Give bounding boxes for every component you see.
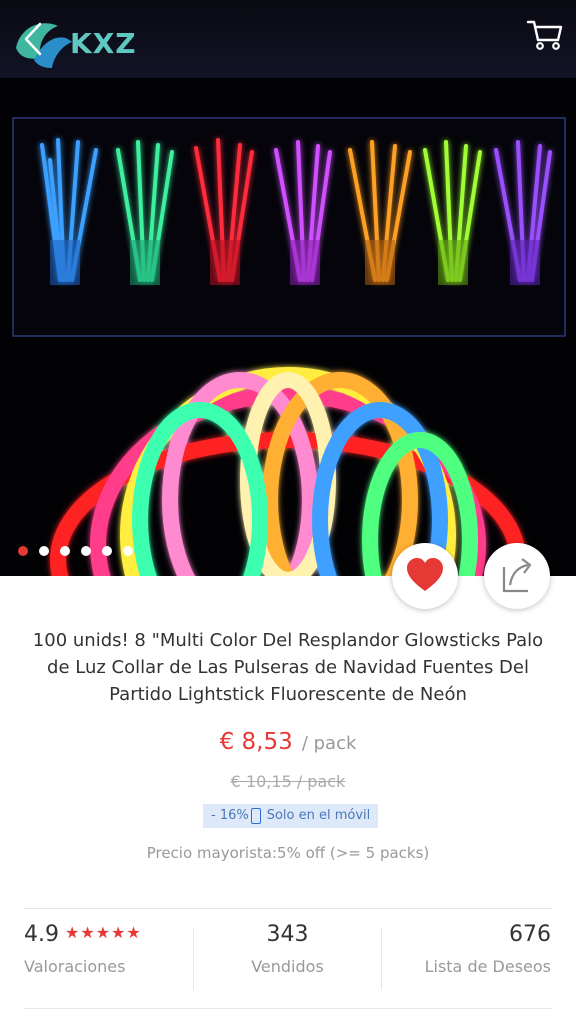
share-button[interactable]: [484, 543, 550, 609]
glowsticks-illustration: [0, 78, 576, 576]
logo-text: KXZ: [70, 27, 137, 60]
original-price: € 10,15 / pack: [230, 772, 346, 791]
pagination-dot[interactable]: [123, 546, 133, 556]
price-row: € 8,53 / pack: [0, 729, 576, 755]
product-stats: 4.9 ★★★★★ Valoraciones 343 Vendidos 676 L…: [0, 922, 576, 998]
cart-icon[interactable]: [526, 18, 564, 52]
sold-label: Vendidos: [251, 957, 324, 976]
price-unit: / pack: [301, 733, 357, 754]
pagination-dot[interactable]: [102, 546, 112, 556]
mobile-only-label: Solo en el móvil: [266, 808, 371, 823]
gallery-pagination: [18, 546, 133, 556]
pagination-dot[interactable]: [18, 546, 28, 556]
wholesale-price: Precio mayorista:5% off (>= 5 packs): [146, 844, 430, 862]
mobile-discount-badge: - 16% Solo en el móvil: [203, 804, 379, 828]
sold-stat: 343 Vendidos: [194, 922, 381, 998]
divider: [24, 1008, 552, 1009]
chevron-left-icon[interactable]: [14, 14, 54, 64]
pagination-dot[interactable]: [81, 546, 91, 556]
wishlist-stat[interactable]: 676 Lista de Deseos: [382, 922, 551, 998]
divider: [24, 908, 552, 909]
pagination-dot[interactable]: [39, 546, 49, 556]
pagination-dot[interactable]: [60, 546, 70, 556]
sold-count: 343: [266, 922, 309, 947]
share-icon: [502, 558, 532, 593]
current-price: € 8,53: [219, 729, 293, 755]
wishlist-count: 676: [509, 922, 551, 947]
rating-stat[interactable]: 4.9 ★★★★★ Valoraciones: [24, 922, 142, 998]
app-header: KXZ: [0, 0, 576, 78]
phone-icon: [250, 808, 261, 824]
rating-value: 4.9: [24, 922, 59, 947]
discount-percent: - 16%: [211, 808, 249, 823]
product-image[interactable]: [0, 0, 576, 576]
rating-label: Valoraciones: [24, 957, 126, 976]
heart-icon: [407, 558, 443, 591]
wishlist-label: Lista de Deseos: [424, 957, 551, 976]
product-title: 100 unids! 8 "Multi Color Del Resplandor…: [32, 630, 544, 705]
wishlist-button[interactable]: [392, 543, 458, 609]
star-rating-icon: ★★★★★: [65, 923, 142, 942]
